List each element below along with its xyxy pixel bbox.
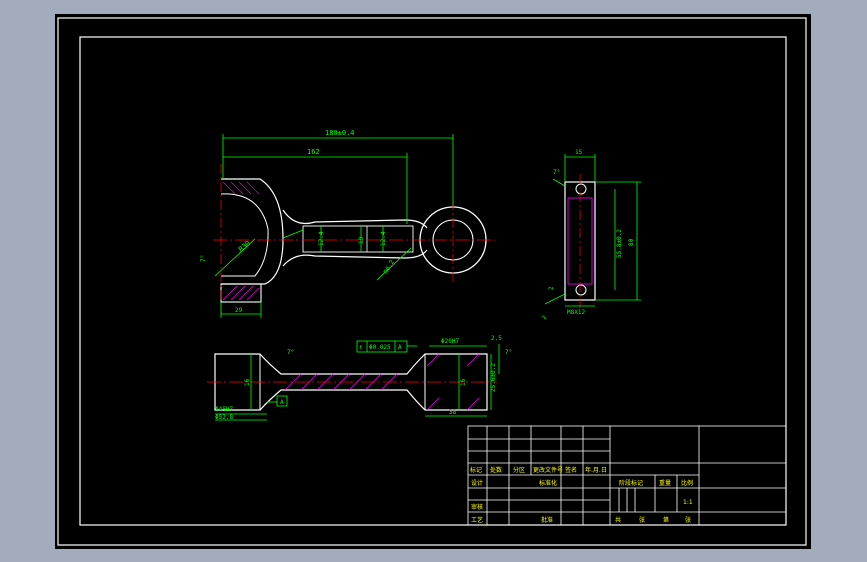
dim-bottom-w: 38 [449,409,457,416]
cap-hatch [222,285,260,301]
side-dim-width: 15 [575,149,583,156]
tb-scale-label: 比例 [681,479,693,487]
tb-header-0: 标记 [470,466,482,474]
big-end-outline [221,178,284,285]
dim-left-h: 16 [244,378,251,386]
side-view: 15 7° 55.8±0.2 80 M8X12 2 2 [541,149,641,321]
dim-fillet: R6.2 [383,259,396,275]
dim-right-dia: 25.6±0.2 [490,363,497,392]
title-block [467,425,787,526]
side-dim-outer-h: 80 [628,238,635,246]
dim-top-right: 2.5 [491,335,502,342]
tb-stage-mark: 阶段标记 [619,479,643,487]
dim-angle-left: 7° [287,349,294,356]
front-view: 180±0.4 162 R30 7° 12.4 19 12.4 R6.2 29 [200,129,495,318]
tb-row-design: 设计 [471,479,483,487]
section-view: r Φ0.025 A Φ20H7 2.5 7° 7° 16 16 25.6±0.… [207,335,512,421]
tb-header-2: 分区 [513,466,525,474]
tb-header-4: 签名 [565,466,577,474]
tb-header-1: 处数 [490,466,502,474]
tb-header-5: 年.月.日 [585,466,607,474]
dim-left-dia1: Φ45H7 [215,406,233,413]
tb-header-3: 更改文件号 [533,466,563,474]
side-top-hole [575,183,587,195]
tb-sheets-unit1: 张 [639,516,645,524]
side-dim-small2: 2 [541,314,549,321]
dim-right-h: 16 [460,378,467,386]
tb-row-process: 工艺 [471,516,483,524]
engineering-drawing: 180±0.4 162 R30 7° 12.4 19 12.4 R6.2 29 … [57,17,807,546]
tol-box-1: r [359,344,363,351]
side-dim-inner-h: 55.8±0.2 [616,229,623,258]
tb-standardized: 标准化 [539,479,557,487]
side-dim-angle: 7° [553,169,560,176]
cap-block [220,283,262,303]
side-bottom-hole [575,284,587,296]
side-dimensions [544,154,641,307]
dim-bore-radius: R30 [237,239,252,253]
dim-shank-w: 19 [358,236,365,244]
dim-overall-length: 180±0.4 [325,129,355,137]
tb-row-review: 审核 [471,503,483,511]
dim-shank-h1: 12.4 [318,231,325,246]
tb-weight: 重量 [659,479,671,487]
tb-scale-value: 1:1 [683,499,693,506]
tol-box-2: Φ0.025 [369,344,391,351]
dim-center-length: 162 [307,148,320,156]
datum-a: A [280,399,284,406]
inner-frame [79,36,787,526]
dim-top-hole: Φ20H7 [441,338,459,345]
big-end-hatch-top [222,181,260,195]
dim-angle-front: 7° [200,255,207,262]
tol-box-3: A [398,344,402,351]
tolerance-frame [215,340,500,421]
tb-sheets-unit2: 张 [685,516,691,524]
shank-upper [282,209,428,229]
tb-sheets-total: 共 [615,516,621,524]
side-dim-small1: 2 [548,286,555,290]
dim-left-dia2: Φ52.8 [215,414,233,421]
tb-sheet-no: 第 [663,516,669,524]
outer-frame [57,17,807,546]
side-dim-bolt: M8X12 [567,309,585,316]
cad-viewport[interactable]: 180±0.4 162 R30 7° 12.4 19 12.4 R6.2 29 … [55,14,811,549]
dim-shank-h2: 12.4 [380,231,387,246]
tb-approved: 批准 [541,516,553,524]
dim-rib: 29 [235,307,243,314]
dim-angle-right: 7° [505,349,512,356]
